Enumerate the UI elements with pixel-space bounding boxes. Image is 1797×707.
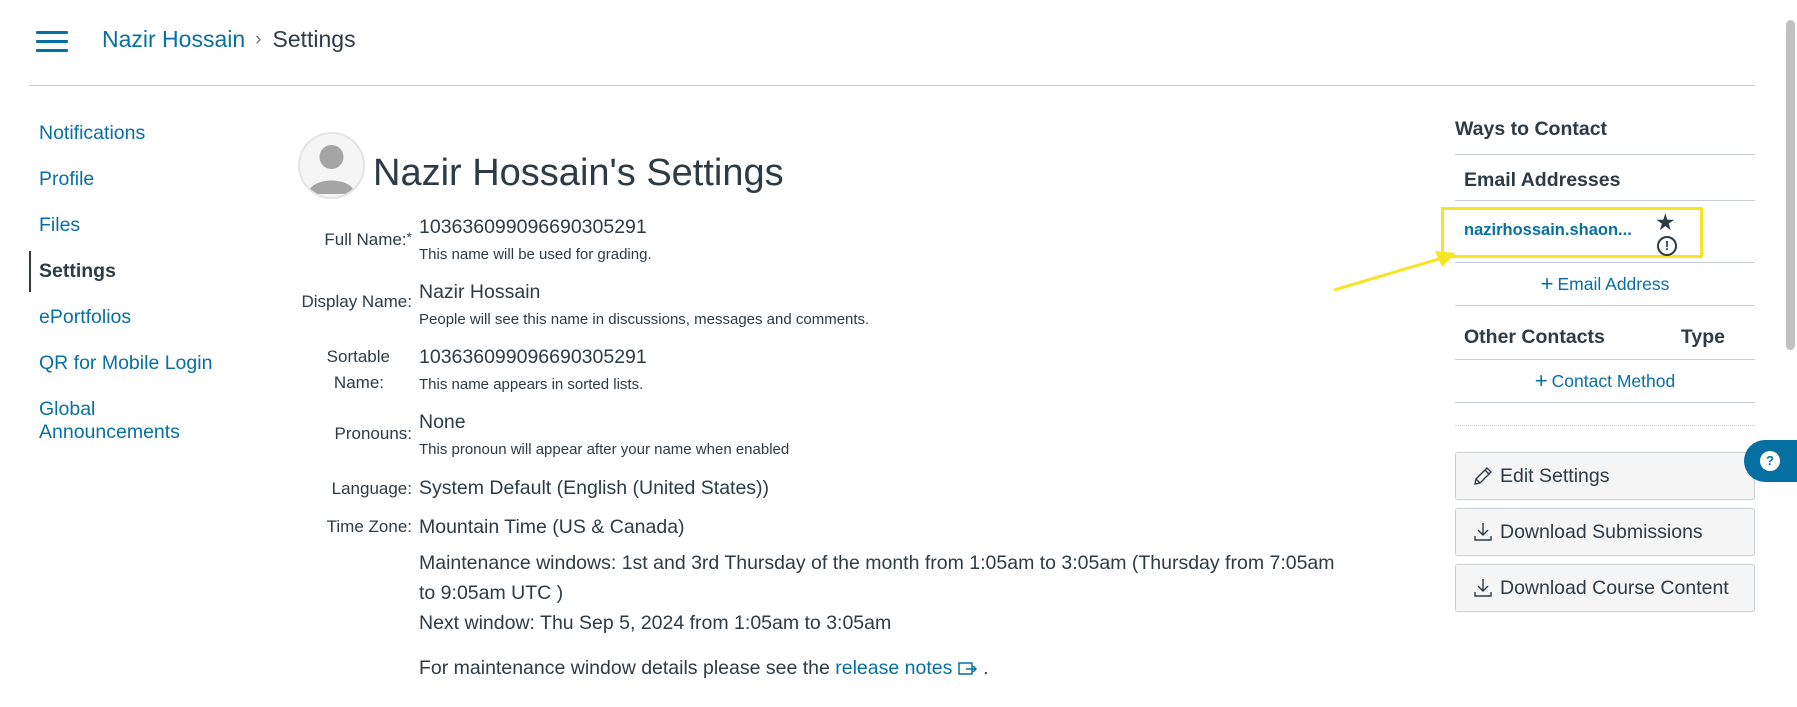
plus-icon: + (1534, 368, 1548, 393)
scrollbar[interactable] (1786, 20, 1795, 350)
maintenance-details-suffix: . (983, 657, 989, 679)
release-notes-link[interactable]: release notes (835, 657, 983, 679)
breadcrumb-separator-icon: › (255, 28, 262, 50)
contact-panel: Ways to Contact Email Addresses nazirhos… (1441, 118, 1755, 612)
maintenance-windows-line-1: Maintenance windows: 1st and 3rd Thursda… (419, 552, 1335, 574)
add-contact-row: + Contact Method (1455, 360, 1755, 403)
email-addresses-heading-text: Email Addresses (1464, 169, 1621, 191)
nav-item-files[interactable]: Files (29, 214, 269, 237)
nav-item-eportfolios[interactable]: ePortfolios (29, 306, 269, 329)
add-contact-label[interactable]: Contact Method (1552, 371, 1676, 391)
maintenance-windows-line-2: to 9:05am UTC ) (419, 582, 564, 604)
top-bar: Nazir Hossain › Settings (0, 0, 1797, 86)
avatar[interactable] (298, 132, 365, 199)
full-name-hint: This name will be used for grading. (419, 246, 652, 263)
dotted-divider (1455, 403, 1755, 426)
pencil-icon (1474, 467, 1492, 485)
pronouns-label: Pronouns: (334, 424, 413, 443)
edit-settings-button[interactable]: Edit Settings (1455, 452, 1755, 500)
type-heading-text: Type (1680, 326, 1725, 348)
sortable-name-value: 103636099096690305291 (419, 346, 647, 368)
nav-item-profile[interactable]: Profile (29, 168, 269, 191)
full-name-label: Full Name:* (298, 224, 412, 253)
page-title: Nazir Hossain's Settings (373, 152, 784, 194)
time-zone-value: Mountain Time (US & Canada) (419, 516, 685, 538)
nav-item-notifications[interactable]: Notifications (29, 122, 269, 145)
header-divider (29, 85, 1755, 86)
sortable-name-hint: This name appears in sorted lists. (419, 376, 644, 393)
time-zone-label: Time Zone: (326, 517, 412, 536)
avatar-person-icon (308, 145, 355, 194)
download-submissions-label[interactable]: Download Submissions (1500, 521, 1703, 544)
maintenance-info: Maintenance windows: 1st and 3rd Thursda… (419, 548, 1379, 683)
email-row: nazirhossain.shaon... ★ ! (1441, 201, 1755, 263)
other-contacts-heading: Other Contacts Type (1455, 306, 1755, 360)
help-tab[interactable]: ? (1744, 440, 1797, 482)
release-notes-link-text[interactable]: release notes (835, 657, 952, 679)
add-contact-method-button[interactable]: + Contact Method (1534, 368, 1676, 393)
other-contacts-heading-text: Other Contacts (1464, 326, 1605, 348)
plus-icon: + (1540, 271, 1554, 296)
pronouns-hint: This pronoun will appear after your name… (419, 441, 790, 458)
add-email-row: + Email Address (1455, 263, 1755, 306)
email-address-link[interactable]: nazirhossain.shaon... (1464, 221, 1632, 240)
breadcrumb-user-link[interactable]: Nazir Hossain (102, 26, 245, 53)
download-icon (1474, 523, 1492, 541)
unconfirmed-warning-icon[interactable]: ! (1657, 236, 1677, 256)
help-question-icon: ? (1760, 451, 1780, 471)
download-icon (1474, 579, 1492, 597)
display-name-label: Display Name: (301, 292, 412, 311)
edit-settings-label[interactable]: Edit Settings (1500, 465, 1609, 488)
profile-nav: Notifications Profile Files Settings ePo… (29, 122, 269, 467)
maintenance-details: For maintenance window details please se… (419, 653, 1379, 683)
breadcrumb-current: Settings (272, 26, 356, 52)
download-submissions-button[interactable]: Download Submissions (1455, 508, 1755, 556)
nav-item-qr-mobile-login[interactable]: QR for Mobile Login (29, 352, 269, 375)
ways-to-contact-heading: Ways to Contact (1455, 118, 1755, 155)
full-name-value: 103636099096690305291 (419, 216, 647, 238)
pronouns-value: None (419, 411, 466, 433)
maintenance-details-prefix: For maintenance window details please se… (419, 657, 830, 679)
hamburger-menu-icon[interactable] (36, 30, 68, 54)
external-link-icon (958, 662, 977, 675)
default-email-star-icon[interactable]: ★ (1655, 211, 1676, 234)
sortable-name-label-2: Name: (333, 373, 384, 392)
required-marker: * (406, 229, 412, 245)
full-name-label-text: Full Name: (324, 230, 407, 249)
download-course-content-label[interactable]: Download Course Content (1500, 577, 1729, 600)
add-email-label[interactable]: Email Address (1558, 274, 1670, 294)
display-name-hint: People will see this name in discussions… (419, 311, 870, 328)
next-window: Next window: Thu Sep 5, 2024 from 1:05am… (419, 612, 892, 634)
nav-item-global-announcements[interactable]: Global Announcements (29, 398, 199, 444)
email-addresses-heading: Email Addresses (1455, 155, 1755, 201)
language-label: Language: (331, 479, 412, 498)
nav-item-settings[interactable]: Settings (29, 251, 269, 292)
sortable-name-label-1: Sortable (326, 347, 390, 366)
breadcrumb: Nazir Hossain › Settings (102, 26, 356, 53)
download-course-content-button[interactable]: Download Course Content (1455, 564, 1755, 612)
add-email-address-button[interactable]: + Email Address (1540, 271, 1670, 296)
language-value: System Default (English (United States)) (419, 477, 770, 499)
display-name-value: Nazir Hossain (419, 281, 541, 303)
